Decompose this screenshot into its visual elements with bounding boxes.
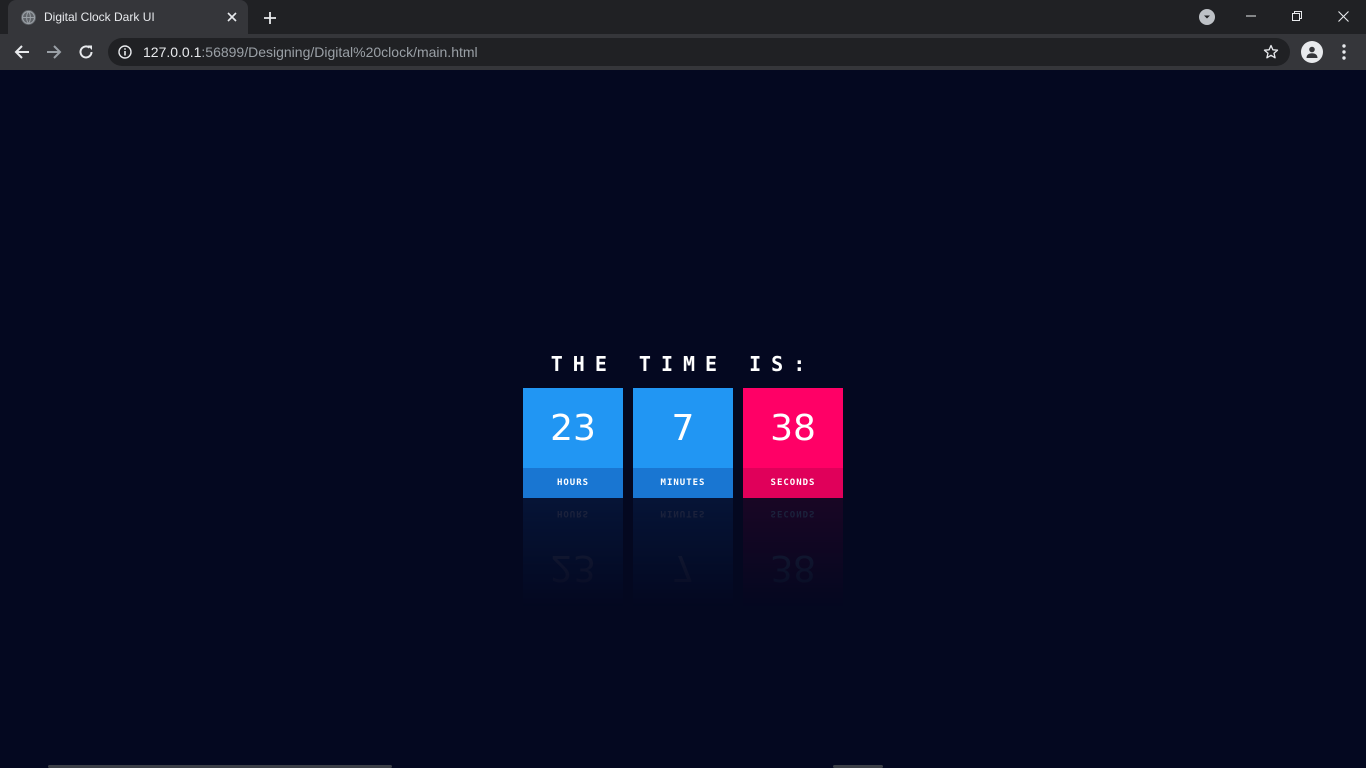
back-button[interactable]: [8, 38, 36, 66]
seconds-reflection-label: SECONDS: [743, 498, 843, 528]
hours-value: 23: [523, 388, 623, 468]
seconds-reflection: 38 SECONDS: [743, 498, 843, 608]
minimize-button[interactable]: [1228, 0, 1274, 32]
tab-title: Digital Clock Dark UI: [44, 10, 155, 24]
hours-label: HOURS: [523, 468, 623, 498]
globe-icon: [21, 10, 36, 25]
browser-toolbar: 127.0.0.1:56899/Designing/Digital%20cloc…: [0, 34, 1366, 70]
reload-button[interactable]: [72, 38, 100, 66]
minutes-label: MINUTES: [633, 468, 733, 498]
minimize-icon: [1246, 15, 1256, 17]
page-viewport: THE TIME IS: 23 HOURS 7 MINUTES 38 SECON…: [0, 70, 1366, 768]
new-tab-button[interactable]: [258, 6, 282, 30]
arrow-right-icon: [47, 45, 62, 59]
hours-reflection-value: 23: [523, 528, 623, 608]
url-host: 127.0.0.1: [143, 44, 202, 60]
forward-button[interactable]: [40, 38, 68, 66]
restore-button[interactable]: [1274, 0, 1320, 32]
seconds-box: 38 SECONDS: [743, 388, 843, 498]
close-icon: [1337, 10, 1349, 22]
hours-reflection-label: HOURS: [523, 498, 623, 528]
address-bar[interactable]: 127.0.0.1:56899/Designing/Digital%20cloc…: [108, 38, 1290, 66]
arrow-left-icon: [14, 45, 29, 59]
seconds-value: 38: [743, 388, 843, 468]
minutes-box: 7 MINUTES: [633, 388, 733, 498]
minutes-value: 7: [633, 388, 733, 468]
clock-reflection: 23 HOURS 7 MINUTES 38 SECONDS: [523, 498, 843, 608]
plus-icon: [264, 12, 276, 24]
close-window-button[interactable]: [1320, 0, 1366, 32]
more-menu-icon[interactable]: [1334, 42, 1354, 62]
seconds-reflection-value: 38: [743, 528, 843, 608]
url-path: :56899/Designing/Digital%20clock/main.ht…: [201, 44, 478, 60]
reload-icon: [79, 45, 93, 59]
info-icon[interactable]: [118, 45, 132, 59]
browser-tab[interactable]: Digital Clock Dark UI: [8, 0, 248, 34]
tab-strip: Digital Clock Dark UI: [0, 0, 1366, 34]
hours-reflection: 23 HOURS: [523, 498, 623, 608]
tab-search-icon[interactable]: [1199, 9, 1215, 25]
url-text: 127.0.0.1:56899/Designing/Digital%20cloc…: [143, 44, 478, 60]
hours-box: 23 HOURS: [523, 388, 623, 498]
minutes-reflection-label: MINUTES: [633, 498, 733, 528]
minutes-reflection-value: 7: [633, 528, 733, 608]
profile-avatar-icon[interactable]: [1301, 41, 1323, 63]
restore-icon: [1292, 11, 1302, 21]
clock-heading: THE TIME IS:: [550, 352, 816, 376]
digital-clock: 23 HOURS 7 MINUTES 38 SECONDS: [523, 388, 843, 498]
bookmark-star-icon[interactable]: [1263, 44, 1279, 60]
tab-close-icon[interactable]: [224, 9, 240, 25]
minutes-reflection: 7 MINUTES: [633, 498, 733, 608]
seconds-label: SECONDS: [743, 468, 843, 498]
